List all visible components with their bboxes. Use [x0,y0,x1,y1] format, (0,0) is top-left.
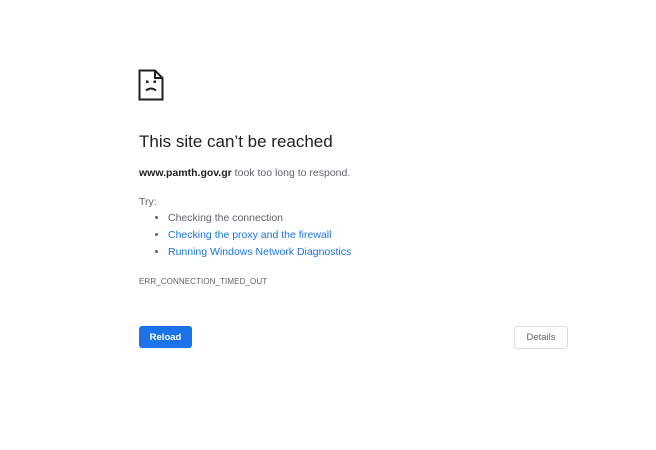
site-host: www.pamth.gov.gr [139,167,232,179]
error-page: This site can’t be reached www.pamth.gov… [0,0,656,450]
suggestion-network-diagnostics-link[interactable]: Running Windows Network Diagnostics [168,244,351,261]
sad-page-icon [138,69,164,101]
error-summary: www.pamth.gov.gr took too long to respon… [139,167,350,179]
suggestion-list: Checking the connection Checking the pro… [139,210,351,261]
page-title: This site can’t be reached [139,132,333,151]
summary-text: took too long to respond. [231,167,351,179]
suggestion-check-proxy-link[interactable]: Checking the proxy and the firewall [168,227,351,244]
error-code: ERR_CONNECTION_TIMED_OUT [139,277,268,286]
suggestion-check-connection: Checking the connection [168,210,351,227]
details-button[interactable]: Details [514,326,568,349]
try-label: Try: [139,196,157,208]
reload-button[interactable]: Reload [139,326,192,348]
